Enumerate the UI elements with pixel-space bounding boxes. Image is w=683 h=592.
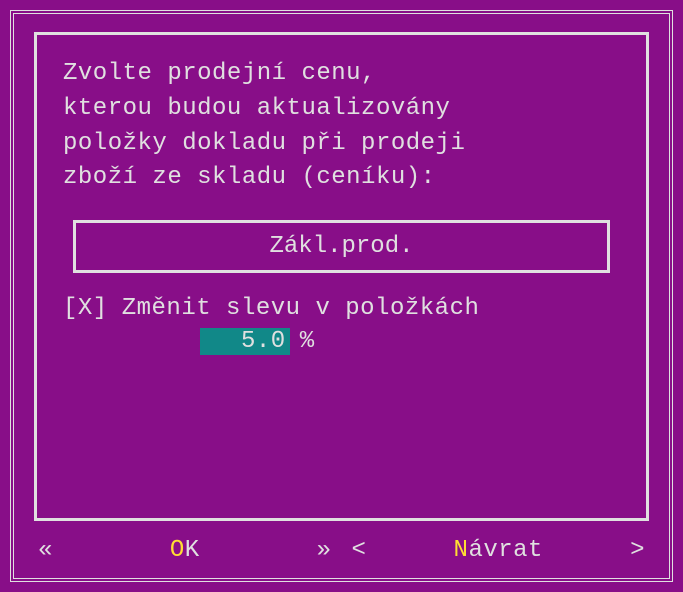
return-button[interactable]: < Návrat > (352, 537, 646, 564)
chevron-left-icon: < (352, 537, 367, 564)
return-button-label: Návrat (454, 537, 543, 564)
discount-checkbox-row: [X] Změnit slevu v položkách 5.0 % (63, 295, 620, 355)
discount-checkbox-content: Změnit slevu v položkách 5.0 % (122, 295, 480, 355)
price-select[interactable]: Zákl.prod. (73, 220, 610, 273)
discount-checkbox-label: Změnit slevu v položkách (122, 295, 480, 322)
dialog-content: Zvolte prodejní cenu, kterou budou aktua… (34, 32, 649, 521)
discount-line: 5.0 % (122, 328, 480, 355)
discount-input[interactable]: 5.0 (200, 328, 290, 355)
chevron-right-double-icon: » (317, 537, 332, 564)
chevron-left-double-icon: « (38, 537, 53, 564)
dialog-frame: Zvolte prodejní cenu, kterou budou aktua… (10, 10, 673, 582)
ok-button[interactable]: « OK » (38, 537, 332, 564)
prompt-text: Zvolte prodejní cenu, kterou budou aktua… (63, 57, 620, 196)
price-select-value: Zákl.prod. (269, 233, 413, 260)
button-bar: « OK » < Návrat > (34, 531, 649, 566)
ok-button-label: OK (170, 537, 200, 564)
discount-unit: % (300, 328, 315, 355)
chevron-right-icon: > (630, 537, 645, 564)
discount-checkbox[interactable]: [X] (63, 295, 108, 322)
